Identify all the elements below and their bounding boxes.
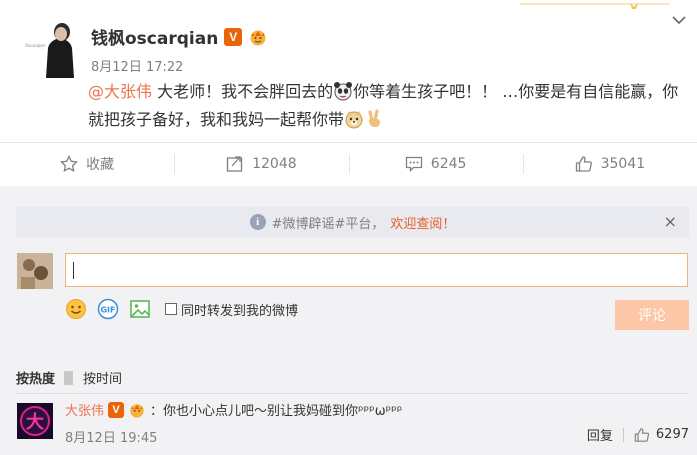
commenter-avatar[interactable]: 大: [17, 403, 53, 439]
comment-action-divider: [622, 427, 624, 442]
mention-link[interactable]: @大张伟: [88, 82, 152, 101]
checkbox-box[interactable]: [165, 303, 177, 315]
decoration-banner: [520, 2, 670, 9]
image-icon[interactable]: [129, 298, 151, 320]
repost-checkbox[interactable]: 同时转发到我的微博: [165, 300, 298, 319]
sort-divider: [64, 370, 74, 385]
text-caret: [73, 262, 74, 279]
vip-crown-icon: [250, 30, 266, 45]
comment-text: ：你也小心点儿吧～别让我妈碰到你ᵖᵖᵖωᵖᵖᵖ: [150, 404, 403, 419]
victory-hand-icon: [368, 109, 381, 127]
comment-content: 大张伟 V ：你也小心点儿吧～别让我妈碰到你ᵖᵖᵖωᵖᵖᵖ: [65, 400, 402, 419]
comment-actions: 回复 6297: [587, 425, 689, 444]
close-icon[interactable]: ×: [664, 213, 677, 231]
comment-button[interactable]: 6245: [348, 142, 523, 186]
vip-crown-icon: [130, 403, 144, 418]
verified-badge-icon: V: [224, 27, 243, 46]
chevron-down-icon[interactable]: [671, 12, 687, 28]
post-text-part1: 大老师！我不会胖回去的: [152, 82, 334, 101]
verified-badge-icon: V: [108, 401, 125, 418]
star-icon: [60, 155, 79, 173]
author-avatar[interactable]: Oscarqian: [22, 18, 80, 78]
svg-text:Oscarqian: Oscarqian: [25, 43, 46, 48]
notice-highlight[interactable]: 欢迎查阅！: [390, 213, 455, 232]
svg-text:GIF: GIF: [100, 306, 115, 315]
favorite-label: 收藏: [86, 157, 115, 173]
comment-like-button[interactable]: 6297: [634, 427, 689, 443]
my-avatar[interactable]: [17, 253, 53, 289]
thumbs-up-icon: [575, 156, 592, 172]
sort-by-hot-tab[interactable]: 按热度: [16, 368, 64, 387]
repost-icon: [226, 156, 243, 172]
repost-checkbox-label: 同时转发到我的微博: [181, 303, 299, 319]
comment-like-count: 6297: [655, 427, 689, 442]
like-count: 35041: [600, 156, 646, 172]
comment-icon: [405, 156, 422, 173]
doge-emoji-icon: [345, 111, 363, 129]
reply-button[interactable]: 回复: [587, 425, 613, 444]
comment-time: 8月12日 19:45: [65, 431, 158, 446]
gif-icon[interactable]: GIF: [97, 298, 119, 320]
notice-prefix[interactable]: #微博辟谣#平台，: [272, 213, 385, 232]
panda-emoji-icon: [334, 82, 353, 101]
author-name[interactable]: 钱枫oscarqian: [91, 24, 218, 49]
comment-input[interactable]: [65, 253, 688, 287]
comment-section: i #微博辟谣#平台， 欢迎查阅！ × GIF 同时转发到我的微博 评论 按热度 …: [0, 186, 697, 455]
post-action-bar: 收藏 12048 6245 35041: [0, 142, 697, 186]
favorite-button[interactable]: 收藏: [0, 142, 174, 186]
sort-by-time-tab[interactable]: 按时间: [83, 368, 131, 387]
repost-count: 12048: [252, 156, 297, 172]
post-text: @大张伟 大老师！我不会胖回去的 你等着生孩子吧！！ …你要是有自信能赢，你就把…: [88, 78, 688, 134]
svg-text:大: 大: [26, 411, 44, 433]
comment-count: 6245: [430, 156, 467, 172]
rumor-notice: i #微博辟谣#平台， 欢迎查阅！ ×: [16, 207, 689, 237]
like-button[interactable]: 35041: [522, 142, 697, 186]
composer-toolbar: GIF 同时转发到我的微博: [65, 298, 298, 320]
repost-button[interactable]: 12048: [174, 142, 348, 186]
submit-comment-button[interactable]: 评论: [615, 300, 689, 330]
author-row: 钱枫oscarqian V: [91, 24, 268, 49]
smile-icon[interactable]: [65, 298, 87, 320]
divider: [16, 393, 689, 394]
info-icon: i: [249, 214, 266, 230]
thumbs-up-icon: [634, 427, 649, 442]
comment-author[interactable]: 大张伟: [65, 400, 104, 419]
sort-tabs: 按热度 按时间: [16, 368, 131, 387]
post-time[interactable]: 8月12日 17:22: [91, 56, 183, 75]
